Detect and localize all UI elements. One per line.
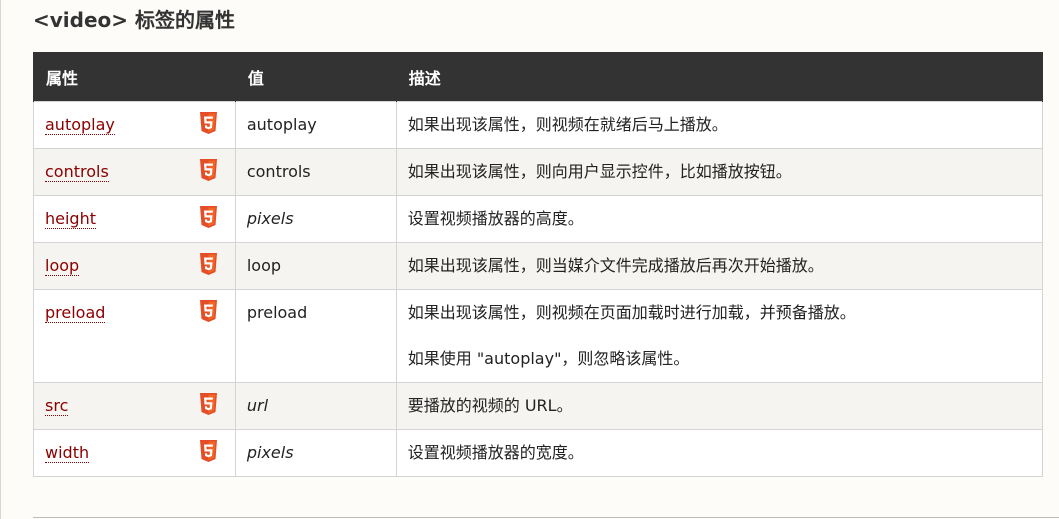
table-header-row: 属性 值 描述 xyxy=(33,52,1044,102)
attribute-description: 要播放的视频的 URL。 xyxy=(407,396,573,415)
value-cell: autoplay xyxy=(234,101,397,149)
attribute-description: 设置视频播放器的高度。 xyxy=(407,209,584,228)
value-cell: loop xyxy=(234,242,397,290)
table-header: 属性 值 描述 xyxy=(33,52,1044,102)
attribute-description: 如果出现该属性，则当媒介文件完成播放后再次开始播放。 xyxy=(407,256,824,275)
page-left-border xyxy=(0,0,1,519)
description-cell: 设置视频播放器的宽度。 xyxy=(395,429,1044,477)
description-cell: 如果出现该属性，则当媒介文件完成播放后再次开始播放。 xyxy=(395,242,1044,290)
attribute-value: url xyxy=(246,396,269,415)
description-cell: 设置视频播放器的高度。 xyxy=(395,195,1044,243)
html5-icon xyxy=(199,253,217,275)
value-cell: preload xyxy=(234,289,397,383)
html5-icon xyxy=(199,300,217,322)
value-cell: pixels xyxy=(234,195,397,243)
header-value: 值 xyxy=(234,52,397,102)
attribute-value: controls xyxy=(246,162,311,181)
description-cell: 如果出现该属性，则视频在就绪后马上播放。 xyxy=(395,101,1044,149)
attribute-link[interactable]: controls xyxy=(45,162,109,182)
html5-icon xyxy=(199,112,217,134)
table-row-loop: loop loop 如果出现该属性，则当媒介文件完成播放后再次开始播放。 xyxy=(33,242,1044,290)
section-heading: <video> 标签的属性 xyxy=(33,8,235,32)
attribute-link[interactable]: width xyxy=(45,443,90,463)
attribute-description: 如果出现该属性，则向用户显示控件，比如播放按钮。 xyxy=(407,162,792,181)
attribute-value: autoplay xyxy=(246,115,317,134)
html5-icon xyxy=(199,393,217,415)
bottom-divider xyxy=(33,517,1059,518)
attribute-description-note: 如果使用 "autoplay"，则忽略该属性。 xyxy=(407,349,690,368)
video-attributes-table: 属性 值 描述 autoplay autoplay 如果出现该属性，则视频在就绪… xyxy=(33,52,1044,477)
table-row-controls: controls controls 如果出现该属性，则向用户显示控件，比如播放按… xyxy=(33,148,1044,196)
header-attribute: 属性 xyxy=(33,52,236,102)
html5-icon xyxy=(199,206,217,228)
attribute-link[interactable]: src xyxy=(45,396,69,416)
table-row-height: height pixels 设置视频播放器的高度。 xyxy=(33,195,1044,243)
value-cell: url xyxy=(234,382,397,430)
table-row-autoplay: autoplay autoplay 如果出现该属性，则视频在就绪后马上播放。 xyxy=(33,101,1044,149)
attr-cell: preload xyxy=(33,289,236,383)
attr-cell: height xyxy=(33,195,236,243)
attr-cell: loop xyxy=(33,242,236,290)
attribute-link[interactable]: preload xyxy=(45,303,106,323)
table-row-preload: preload preload 如果出现该属性，则视频在页面加载时进行加载，并预… xyxy=(33,289,1044,383)
description-cell: 如果出现该属性，则视频在页面加载时进行加载，并预备播放。 如果使用 "autop… xyxy=(395,289,1044,383)
attribute-description: 设置视频播放器的宽度。 xyxy=(407,443,584,462)
attribute-link[interactable]: height xyxy=(45,209,96,229)
html5-icon xyxy=(199,159,217,181)
attribute-link[interactable]: autoplay xyxy=(45,115,115,135)
table-row-width: width pixels 设置视频播放器的宽度。 xyxy=(33,429,1044,477)
attribute-description: 如果出现该属性，则视频在页面加载时进行加载，并预备播放。 xyxy=(407,303,856,322)
value-cell: pixels xyxy=(234,429,397,477)
attribute-link[interactable]: loop xyxy=(45,256,80,276)
attr-cell: width xyxy=(33,429,236,477)
attr-cell: autoplay xyxy=(33,101,236,149)
attribute-value: pixels xyxy=(246,443,294,462)
html5-icon xyxy=(199,440,217,462)
value-cell: controls xyxy=(234,148,397,196)
attribute-value: pixels xyxy=(246,209,294,228)
description-cell: 要播放的视频的 URL。 xyxy=(395,382,1044,430)
attribute-value: loop xyxy=(246,256,282,275)
attr-cell: src xyxy=(33,382,236,430)
attribute-description: 如果出现该属性，则视频在就绪后马上播放。 xyxy=(407,115,728,134)
table-body: autoplay autoplay 如果出现该属性，则视频在就绪后马上播放。 c… xyxy=(33,101,1044,477)
attr-cell: controls xyxy=(33,148,236,196)
table-row-src: src url 要播放的视频的 URL。 xyxy=(33,382,1044,430)
header-description: 描述 xyxy=(395,52,1044,102)
description-cell: 如果出现该属性，则向用户显示控件，比如播放按钮。 xyxy=(395,148,1044,196)
attribute-value: preload xyxy=(246,303,308,322)
